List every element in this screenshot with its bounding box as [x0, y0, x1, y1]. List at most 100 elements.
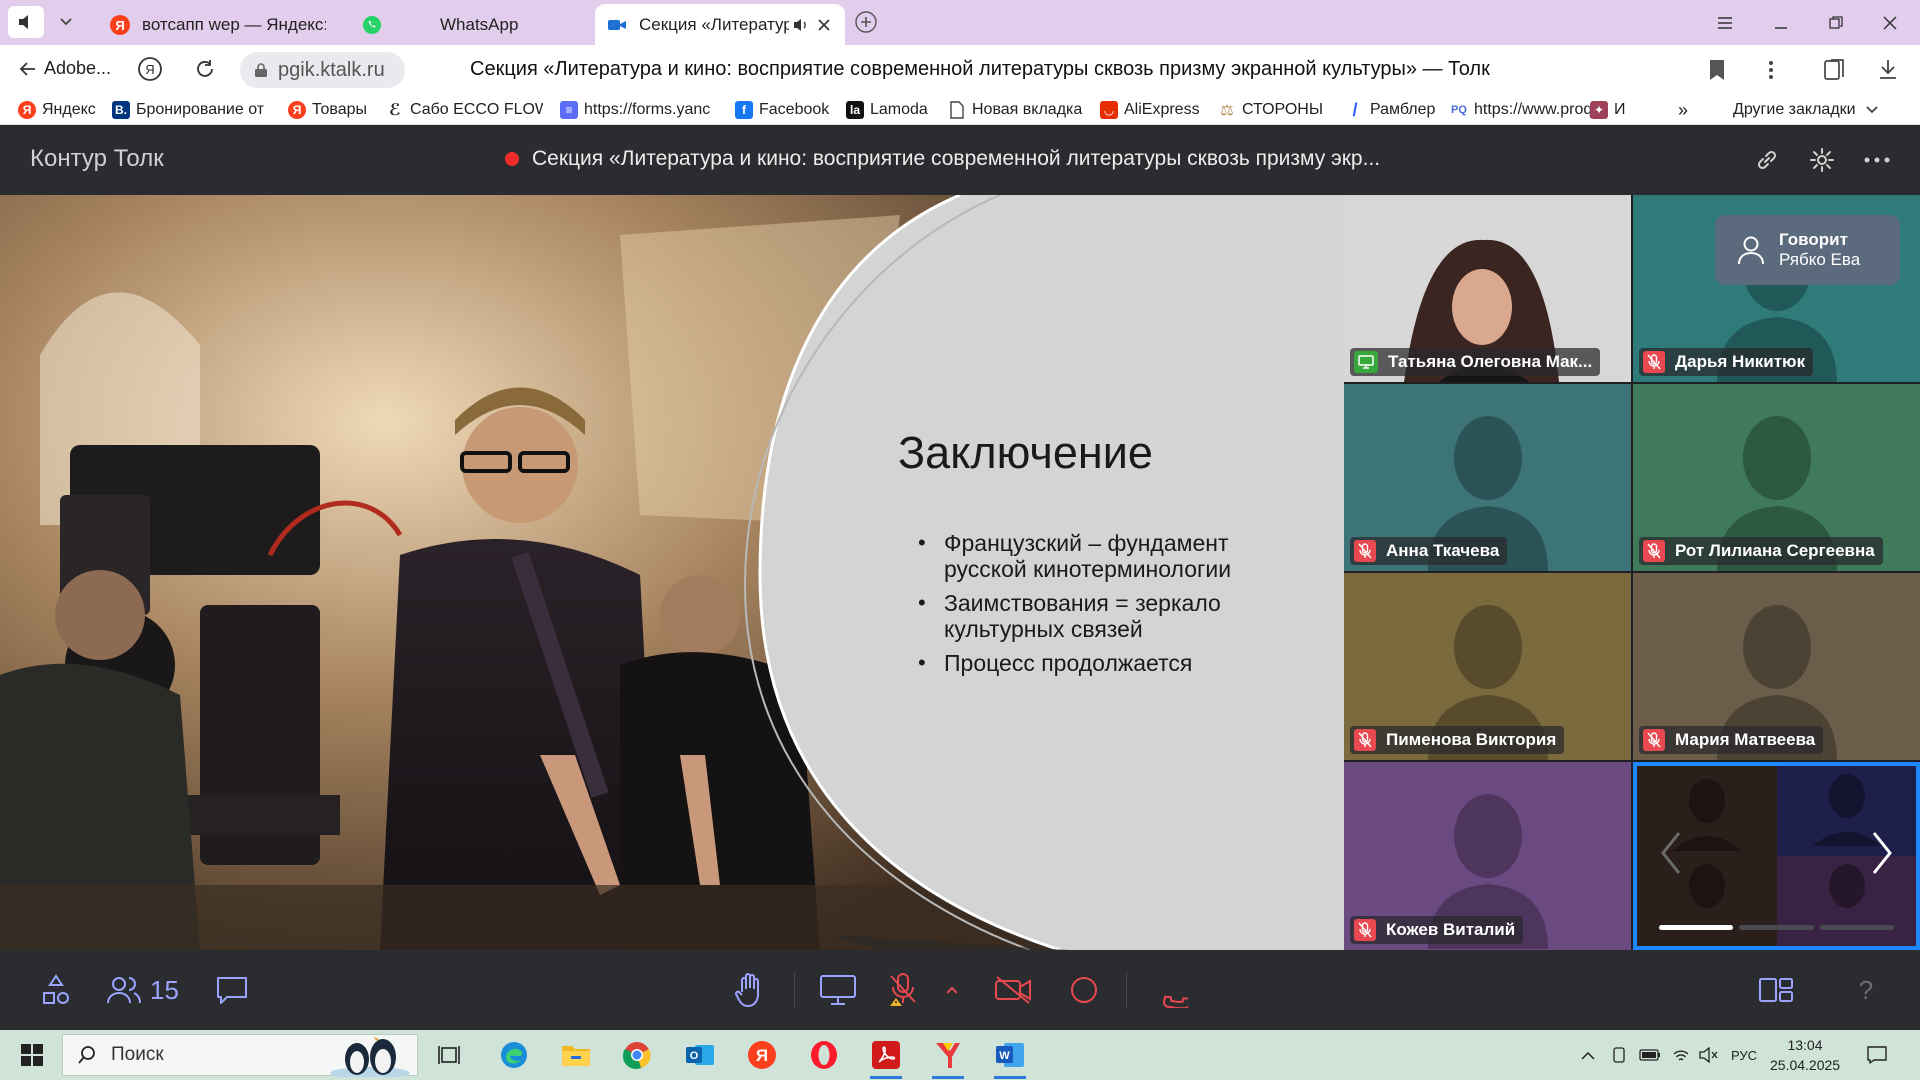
wifi-icon — [1672, 1047, 1690, 1063]
participants-button[interactable]: 15 — [106, 970, 186, 1010]
browser-menu-button[interactable] — [1697, 0, 1753, 45]
tab-list-button[interactable] — [48, 6, 84, 38]
task-view-button[interactable] — [430, 1035, 470, 1075]
taskbar-edge[interactable] — [494, 1035, 534, 1075]
close-icon[interactable] — [817, 18, 831, 32]
layout-button[interactable] — [1756, 970, 1796, 1010]
yandex-button[interactable]: Я — [136, 55, 164, 83]
microphone-options-button[interactable] — [940, 970, 964, 1010]
restore-button[interactable] — [1808, 0, 1864, 45]
bookmark-new-tab[interactable]: Новая вкладка — [948, 99, 1088, 121]
new-tab-button[interactable] — [848, 6, 884, 38]
pager-dot[interactable] — [1819, 925, 1894, 930]
pager-dot[interactable] — [1739, 925, 1814, 930]
windows-taskbar: Поиск O Я W РУС 13:04 25.04.2025 — [0, 1030, 1920, 1080]
close-window-button[interactable] — [1862, 0, 1918, 45]
taskbar-outlook[interactable]: O — [680, 1035, 720, 1075]
taskbar-chrome[interactable] — [617, 1035, 657, 1075]
tray-device[interactable] — [1608, 1043, 1630, 1067]
url-text: pgik.ktalk.ru — [278, 58, 385, 81]
bookmark-storony[interactable]: ⚖ СТОРОНЫ — [1218, 99, 1328, 121]
notifications-button[interactable] — [1862, 1043, 1892, 1067]
taskbar-yandex-browser[interactable] — [928, 1035, 968, 1079]
start-button[interactable] — [10, 1030, 54, 1080]
folder-icon — [561, 1042, 591, 1068]
bookmarks-bar: Я Яндекс B. Бронирование от Я Товары ℰ С… — [0, 95, 1920, 125]
participant-namebar: Пименова Виктория — [1350, 726, 1565, 754]
reload-button[interactable] — [193, 57, 217, 81]
minimize-button[interactable] — [1753, 0, 1809, 45]
copy-link-button[interactable] — [1750, 143, 1784, 177]
bookmark-yandex[interactable]: Я Яндекс — [18, 99, 103, 121]
bookmark-rambler[interactable]: / Рамблер — [1346, 99, 1436, 121]
bookmark-proq[interactable]: PQ https://www.proq — [1450, 99, 1605, 121]
bookmark-aliexpress[interactable]: ◡ AliExpress — [1100, 99, 1205, 121]
tray-language[interactable]: РУС — [1726, 1043, 1762, 1067]
more-participants-tile[interactable] — [1633, 762, 1920, 950]
taskbar-yandex[interactable]: Я — [742, 1035, 782, 1075]
bookmark-label: Бронирование от — [136, 101, 265, 118]
participant-tile[interactable]: Анна Ткачева — [1344, 384, 1631, 571]
bookmark-page-button[interactable] — [1708, 59, 1726, 81]
taskbar-word[interactable]: W — [990, 1035, 1030, 1079]
chat-button[interactable] — [212, 970, 252, 1010]
participant-tile[interactable]: Мария Матвеева — [1633, 573, 1920, 760]
bookmark-label: Рамблер — [1370, 101, 1436, 118]
url-field[interactable]: pgik.ktalk.ru — [240, 52, 405, 88]
pager-dot[interactable] — [1659, 925, 1734, 930]
bookmark-i[interactable]: ✦ И — [1590, 99, 1630, 121]
record-button[interactable] — [1064, 970, 1104, 1010]
shapes-icon — [41, 974, 71, 1006]
bookmark-lamoda[interactable]: la Lamoda — [846, 99, 936, 121]
leave-call-button[interactable] — [1148, 970, 1192, 1010]
collections-button[interactable] — [1822, 57, 1848, 83]
more-bookmarks-button[interactable]: » — [1678, 99, 1698, 121]
bookmark-tovary[interactable]: Я Товары — [288, 99, 378, 121]
back-button[interactable]: Adobe... — [18, 58, 111, 79]
chrome-icon — [622, 1040, 652, 1070]
participant-tile[interactable]: Рот Лилиана Сергеевна — [1633, 384, 1920, 571]
tab-whatsapp[interactable]: WhatsApp — [350, 4, 590, 45]
minimize-icon — [1774, 16, 1788, 30]
taskbar-search[interactable]: Поиск — [62, 1034, 418, 1077]
more-horizontal-icon — [1864, 157, 1890, 163]
participant-tile[interactable]: Татьяна Олеговна Мак... — [1344, 195, 1631, 382]
participant-tile[interactable]: Кожев Виталий — [1344, 762, 1631, 950]
participant-tile[interactable]: Пименова Виктория — [1344, 573, 1631, 760]
bookmark-facebook[interactable]: f Facebook — [735, 99, 835, 121]
page-menu-button[interactable] — [1768, 59, 1774, 81]
taskbar-acrobat[interactable] — [866, 1035, 906, 1079]
participant-name: Мария Матвеева — [1675, 730, 1816, 749]
tab-ktalk[interactable]: Секция «Литература — [595, 4, 845, 45]
camera-button[interactable] — [992, 970, 1036, 1010]
other-bookmarks-button[interactable]: Другие закладки — [1733, 99, 1893, 121]
settings-button[interactable] — [1805, 143, 1839, 177]
bookmark-ecco[interactable]: ℰ Сабо ECCO FLOW — [386, 99, 543, 121]
tray-battery[interactable] — [1638, 1043, 1662, 1067]
more-options-button[interactable] — [1860, 143, 1894, 177]
chevron-left-icon[interactable] — [1659, 831, 1683, 875]
tab-yandex-search[interactable]: Я вотсапп wep — Яндекс: на — [98, 4, 338, 45]
share-screen-button[interactable] — [816, 970, 860, 1010]
bookmark-booking[interactable]: B. Бронирование от — [112, 99, 272, 121]
tab-audio-toggle[interactable] — [8, 6, 44, 38]
downloads-button[interactable] — [1876, 57, 1900, 81]
meeting-title: Секция «Литература и кино: восприятие со… — [532, 147, 1381, 170]
participant-name: Дарья Никитюк — [1675, 352, 1806, 371]
taskbar-opera[interactable] — [804, 1035, 844, 1075]
taskbar-clock[interactable]: 13:04 25.04.2025 — [1770, 1035, 1840, 1075]
svg-text:Я: Я — [145, 62, 154, 77]
tab-audio-icon[interactable] — [793, 17, 809, 33]
taskbar-file-explorer[interactable] — [556, 1035, 596, 1075]
raise-hand-button[interactable] — [730, 970, 770, 1010]
microphone-button[interactable] — [884, 970, 924, 1010]
chevron-right-icon[interactable] — [1870, 831, 1894, 875]
slide-title: Заключение — [898, 427, 1153, 478]
bookmark-forms[interactable]: ≡ https://forms.yanc — [560, 99, 718, 121]
close-icon — [1882, 15, 1898, 31]
tray-wifi[interactable] — [1670, 1043, 1692, 1067]
show-hidden-icons-button[interactable] — [1578, 1043, 1598, 1067]
apps-button[interactable] — [38, 970, 74, 1010]
help-button[interactable]: ? — [1848, 970, 1884, 1010]
tray-volume[interactable] — [1697, 1043, 1721, 1067]
